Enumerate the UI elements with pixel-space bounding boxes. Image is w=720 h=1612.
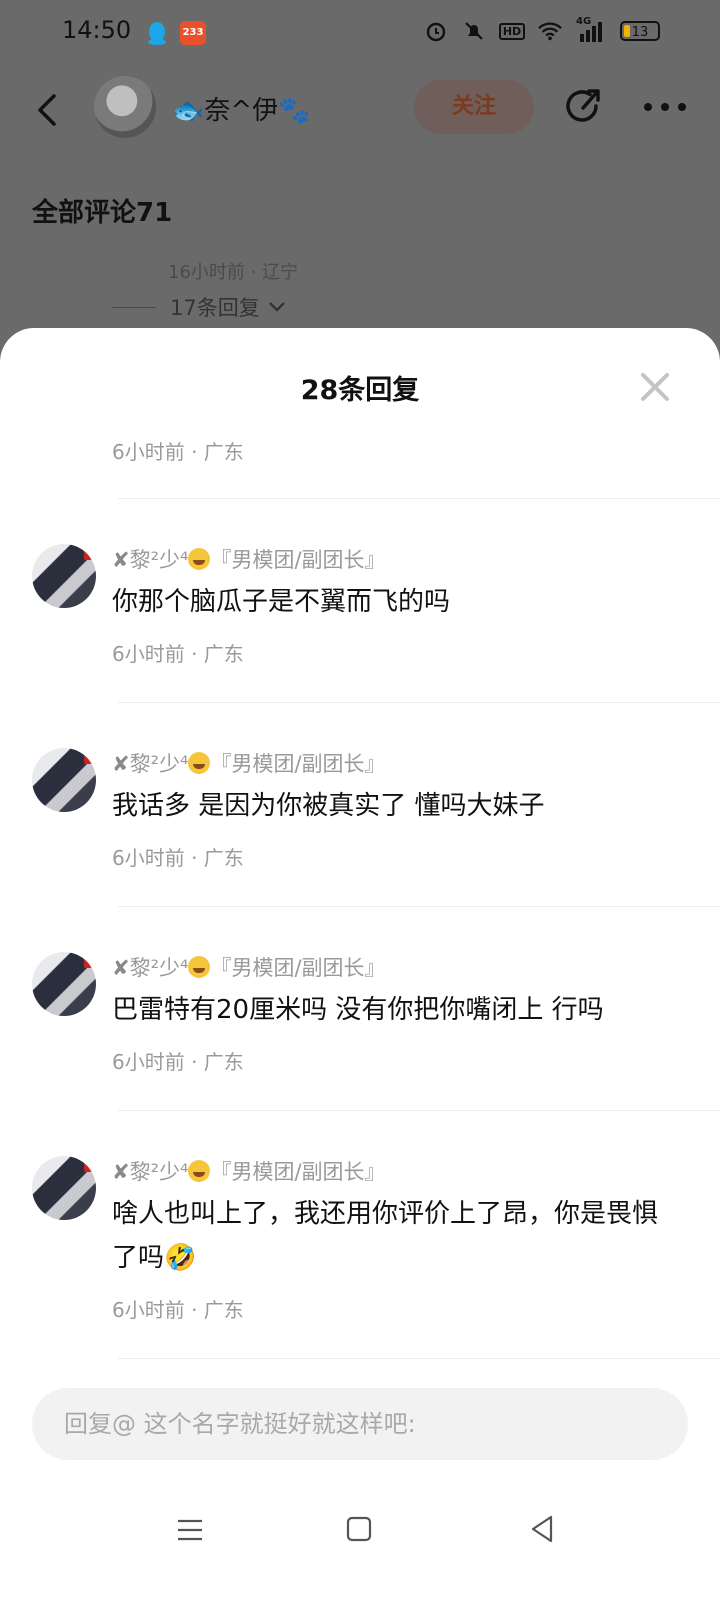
laugh-emoji-icon: [188, 1160, 211, 1182]
wifi-icon: [538, 18, 562, 44]
comment-text[interactable]: 我话多 是因为你被真实了 懂吗大妹子: [112, 784, 672, 828]
back-arrow-icon[interactable]: [32, 92, 62, 128]
status-time: 14:50: [62, 16, 132, 44]
x-mark-icon: ✘: [112, 548, 130, 572]
close-icon[interactable]: [640, 372, 670, 402]
laugh-emoji-icon: [188, 548, 211, 570]
comment-text[interactable]: 你那个脑瓜子是不翼而飞的吗: [112, 580, 672, 624]
post-header: 🐟奈^伊🐾 关注: [0, 66, 720, 156]
comment-meta: 6小时前 · 广东: [112, 440, 244, 464]
back-triangle-icon[interactable]: [530, 1514, 554, 1544]
comment-text[interactable]: 巴雷特有20厘米吗 没有你把你嘴闭上 行吗: [112, 988, 672, 1032]
background-replies-label: 17条回复: [170, 296, 260, 320]
commenter-name[interactable]: ✘黎²少⁴ 『男模团/副团长』: [112, 544, 386, 574]
laugh-emoji-icon: [188, 956, 211, 978]
replies-sheet: 28条回复 6小时前 · 广东 ✘黎²少⁴ 『男模团/副团长』 你那个脑瓜子是不翼…: [0, 328, 720, 1612]
comment-meta: 6小时前 · 广东: [112, 642, 244, 666]
follow-button[interactable]: 关注: [414, 80, 534, 134]
divider: [118, 1110, 720, 1111]
divider: [118, 1358, 720, 1359]
divider: [118, 702, 720, 703]
avatar[interactable]: [32, 544, 96, 608]
divider: [118, 906, 720, 907]
avatar[interactable]: [32, 1156, 96, 1220]
commenter-name[interactable]: ✘黎²少⁴ 『男模团/副团长』: [112, 1156, 386, 1186]
app-233-icon: 233: [180, 21, 206, 45]
author-avatar[interactable]: [94, 76, 156, 138]
qq-penguin-icon: [148, 22, 166, 45]
laugh-emoji-icon: [188, 752, 211, 774]
comment-meta: 6小时前 · 广东: [112, 846, 244, 870]
alarm-icon: [424, 18, 448, 44]
home-square-icon[interactable]: [346, 1516, 372, 1542]
x-mark-icon: ✘: [112, 1160, 130, 1184]
system-nav-bar: [0, 1484, 720, 1584]
avatar[interactable]: [32, 748, 96, 812]
commenter-name[interactable]: ✘黎²少⁴ 『男模团/副团长』: [112, 952, 386, 982]
signal-icon: 4G: [576, 16, 606, 44]
divider: [118, 498, 720, 499]
x-mark-icon: ✘: [112, 752, 130, 776]
comment-text[interactable]: 啥人也叫上了，我还用你评价上了昂，你是畏惧了吗🤣: [112, 1192, 672, 1280]
mute-bell-icon: [462, 18, 486, 44]
sheet-title: 28条回复: [300, 375, 420, 406]
comment-meta: 6小时前 · 广东: [112, 1298, 244, 1322]
status-right-icons: HD 4G 13: [424, 16, 660, 44]
status-bar: 14:50 233 HD 4G 13: [0, 0, 720, 66]
reply-input[interactable]: 回复@ 这个名字就挺好就这样吧:: [32, 1388, 688, 1460]
comment-meta: 6小时前 · 广东: [112, 1050, 244, 1074]
x-mark-icon: ✘: [112, 956, 130, 980]
avatar[interactable]: [32, 952, 96, 1016]
background-comment-meta: 16小时前 · 辽宁: [168, 262, 299, 283]
chevron-down-icon: [268, 302, 285, 312]
share-icon[interactable]: [563, 86, 603, 126]
menu-icon[interactable]: [176, 1518, 204, 1542]
author-name[interactable]: 🐟奈^伊🐾: [172, 90, 311, 127]
battery-icon: 13: [620, 21, 660, 41]
more-options-icon[interactable]: [643, 102, 687, 112]
background-replies-toggle[interactable]: 17条回复: [112, 292, 286, 322]
commenter-name[interactable]: ✘黎²少⁴ 『男模团/副团长』: [112, 748, 386, 778]
all-comments-heading: 全部评论71: [32, 198, 173, 228]
hd-icon: HD: [498, 18, 526, 44]
